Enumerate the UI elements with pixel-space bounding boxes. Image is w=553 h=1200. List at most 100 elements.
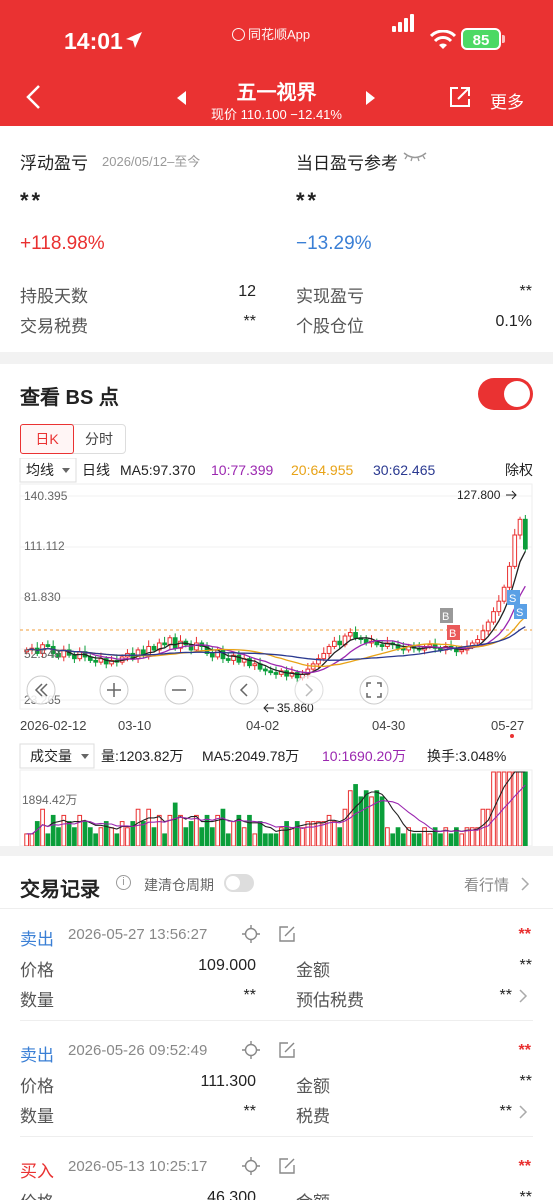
volume-bar [379, 796, 385, 846]
clear-cycle-toggle[interactable] [224, 874, 254, 892]
wifi-icon [430, 30, 456, 49]
scroll-left-button[interactable] [229, 675, 259, 705]
volume-ma-lines [26, 771, 526, 835]
volume-bar [459, 833, 465, 846]
floating-pl-title: 浮动盈亏 [20, 154, 88, 173]
candle-body [172, 637, 178, 649]
battery-tip [502, 35, 505, 43]
candle-body [194, 642, 199, 651]
realized-pl-value: ** [519, 283, 532, 300]
fullscreen-button[interactable] [359, 675, 389, 705]
volume-bar [225, 833, 231, 846]
volume-bar [422, 827, 427, 846]
daily-pl-percent: −13.29% [296, 233, 372, 254]
volume-bar [34, 821, 40, 846]
candle-body [347, 632, 353, 637]
candle-body [209, 652, 215, 658]
trade-type: 卖出 [20, 930, 54, 949]
source-app-label[interactable]: 同花顺App [232, 24, 310, 43]
tax-value: ** [499, 987, 512, 1004]
volume-bar [294, 821, 300, 846]
volume-bars-group [24, 771, 528, 846]
volume-bar [358, 796, 364, 846]
volume-bar [448, 833, 454, 846]
volume-bar [241, 827, 247, 846]
candle-body [522, 518, 528, 550]
candle-body [379, 644, 385, 647]
current-day-dot [510, 734, 514, 738]
candle-body [151, 645, 157, 651]
divider [20, 1136, 533, 1137]
volume-bar [305, 821, 311, 846]
candle-body [72, 654, 77, 660]
info-icon[interactable]: i [116, 875, 131, 890]
clear-cycle-label: 建清仓周期 [144, 877, 214, 893]
volume-bar [273, 833, 279, 846]
location-arrow-icon [126, 32, 142, 48]
locate-icon[interactable] [242, 1041, 260, 1059]
x-tick: 05-27 [491, 718, 524, 733]
trade-record[interactable]: 卖出 2026-05-27 13:56:27 ** 价格 109.000 金额 … [0, 916, 553, 1021]
share-icon[interactable] [449, 86, 471, 108]
volume-bar [146, 808, 152, 846]
volume-bar [194, 814, 199, 846]
price-value: 109.000 [198, 957, 256, 974]
volume-bar [257, 821, 263, 846]
more-button[interactable]: 更多 [490, 88, 524, 113]
next-stock-icon[interactable] [366, 91, 375, 105]
volume-tick: 1894.42万 [22, 793, 77, 807]
edit-icon[interactable] [278, 1041, 296, 1059]
amount-value: ** [519, 1189, 532, 1200]
volume-bar [199, 827, 205, 846]
volume-bar [209, 827, 215, 846]
volume-bar [337, 827, 343, 846]
floating-pl-percent: +118.98% [20, 233, 105, 254]
edit-icon[interactable] [278, 1157, 296, 1175]
daily-pl-value: ** [296, 188, 320, 213]
trade-record[interactable]: 卖出 2026-05-26 09:52:49 ** 价格 111.300 金额 … [0, 1032, 553, 1137]
quantity-value: ** [243, 1103, 256, 1120]
adjust-label[interactable]: 除权 [505, 462, 533, 478]
tab-daily-k[interactable]: 日K [20, 424, 74, 454]
bs-chart-card: 查看 BS 点 日K 分时 均线 日线 MA5:97.370 10:77.399… [0, 364, 553, 846]
candle-body [480, 630, 486, 641]
volume-bar [263, 833, 268, 846]
candle-body [475, 639, 480, 644]
volume-bar [172, 802, 178, 846]
price-label: 价格 [20, 961, 54, 980]
volume-bar [374, 790, 380, 846]
candle-body [326, 645, 332, 654]
locate-icon[interactable] [242, 925, 260, 943]
bs-points-toggle[interactable] [478, 378, 533, 410]
volume-bar [284, 821, 289, 846]
scroll-right-button[interactable] [294, 675, 324, 705]
amount-value: ** [519, 1073, 532, 1090]
volume-bar [485, 808, 491, 846]
tax-label: 税费 [296, 1107, 330, 1126]
volume-bar [82, 821, 88, 846]
max-arrow-icon [506, 490, 517, 500]
volume-bar [268, 833, 274, 846]
status-time: 14:01 [64, 28, 123, 54]
chevron-right-icon [519, 1105, 528, 1119]
trade-tax-value: ** [243, 313, 256, 330]
volume-bar [87, 827, 93, 846]
hide-eye-icon[interactable] [402, 150, 428, 162]
candle-body [225, 658, 231, 661]
volume-bar [135, 808, 141, 846]
trade-datetime: 2026-05-27 13:56:27 [68, 926, 208, 943]
trade-record[interactable]: 买入 2026-05-13 10:25:17 ** 价格 46.300 金额 *… [0, 1148, 553, 1200]
locate-icon[interactable] [242, 1157, 260, 1175]
daily-pl-title: 当日盈亏参考 [296, 154, 398, 173]
trade-datetime: 2026-05-26 09:52:49 [68, 1042, 208, 1059]
volume-ma10-label: 10:1690.20万 [322, 748, 406, 764]
edit-icon[interactable] [278, 925, 296, 943]
view-market-link[interactable]: 看行情 [464, 874, 509, 895]
volume-bar [114, 833, 120, 846]
kline-chart[interactable]: 均线 日线 MA5:97.370 10:77.399 20:64.955 30:… [0, 458, 553, 846]
amount-label: 金额 [296, 961, 330, 980]
volume-ma5-line [26, 771, 526, 835]
tab-intraday[interactable]: 分时 [73, 425, 125, 453]
candle-body [496, 600, 502, 613]
indicator-select-label: 均线 [26, 462, 54, 478]
